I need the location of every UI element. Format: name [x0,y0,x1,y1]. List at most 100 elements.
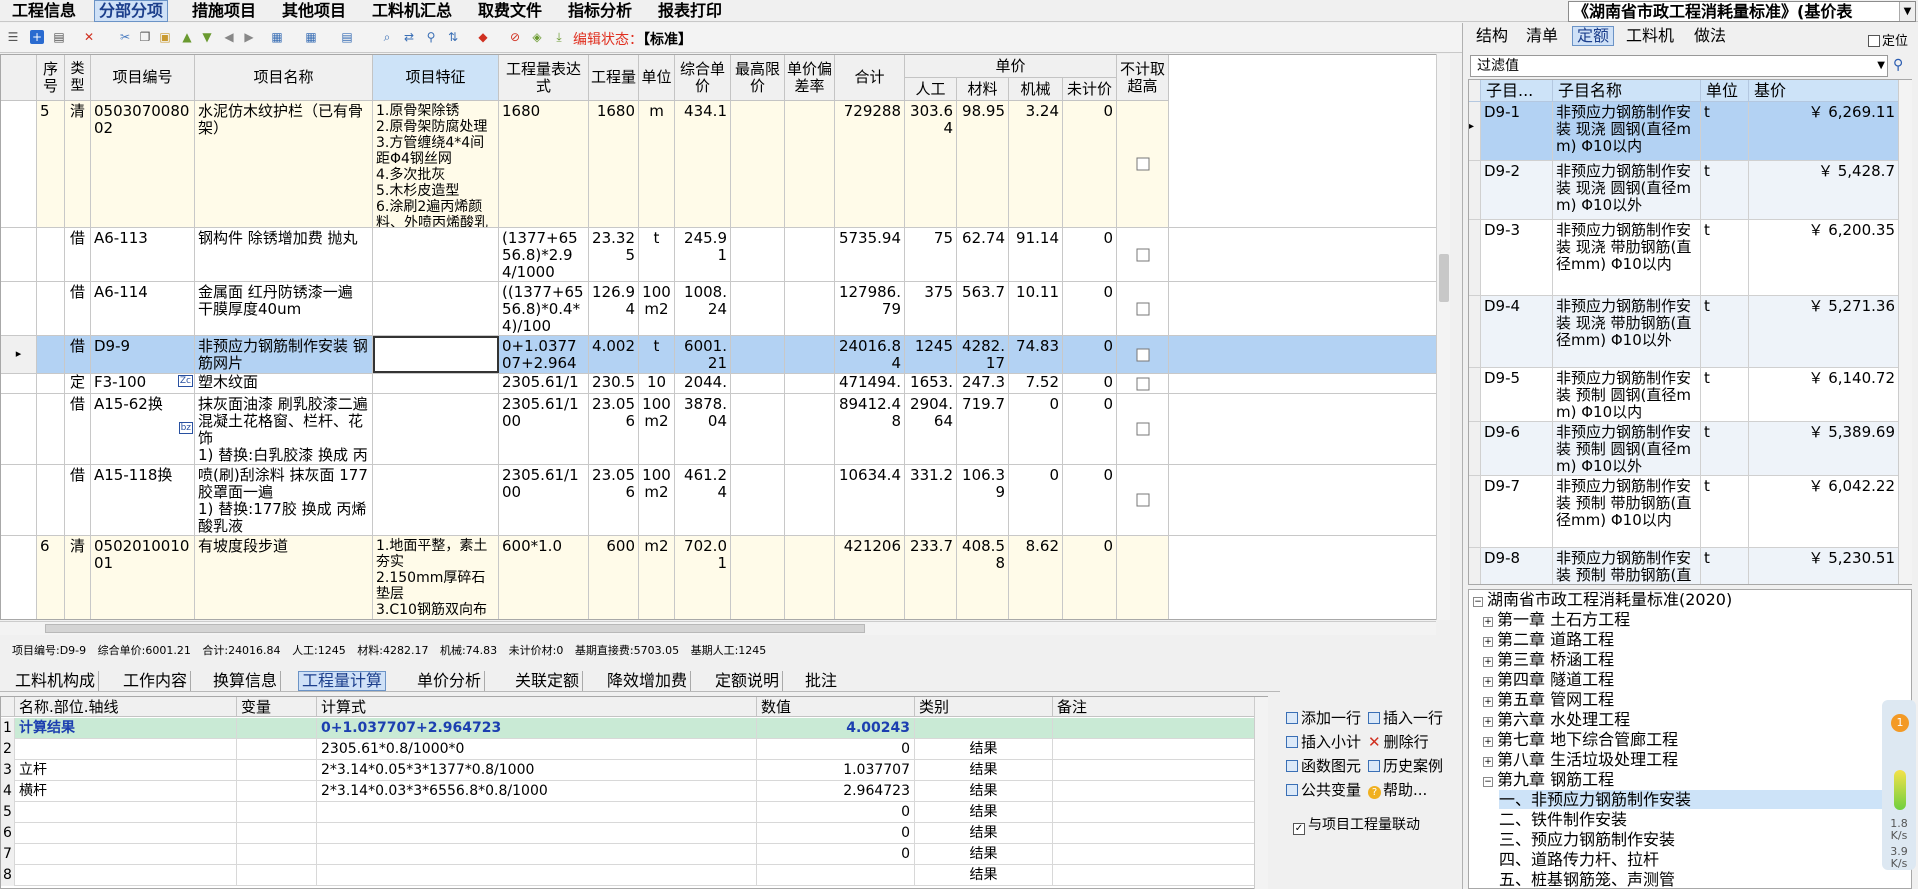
calc-cell-name[interactable]: 立杆 [15,760,237,781]
cell-expr[interactable]: ((1377+6556.8)*0.4*4)/100 [499,282,589,335]
cell-code[interactable]: 050201001001 [91,536,195,619]
tab-work-content[interactable]: 工作内容 [120,671,192,691]
calc-cell-formula[interactable]: 0+1.037707+2.964723 [317,718,757,739]
tab-indicator-analysis[interactable]: 指标分析 [564,0,636,22]
expand-icon[interactable]: + [1483,737,1493,747]
tree-node-chapter[interactable]: + 第六章 水处理工程 [1483,710,1630,729]
cell-expr[interactable]: (1377+6556.8)*2.94/1000 [499,228,589,281]
cell-expr[interactable]: 0+1.037707+2.964723 [499,336,589,373]
calc-cell-category[interactable]: 结果 [915,823,1053,844]
quota-cell-code[interactable]: D9-8 [1481,548,1553,584]
insert-subtotal-button[interactable]: 插入小计 [1286,732,1361,752]
calc-cell-category[interactable]: 结果 [915,781,1053,802]
rtab-quota[interactable]: 定额 [1572,26,1615,46]
tree-node-chapter[interactable]: − 第九章 钢筋工程 [1483,770,1614,789]
no-cap-checkbox[interactable] [1136,248,1149,261]
main-material-icon[interactable]: Zc [177,375,193,387]
calc-row[interactable]: 4 横杆 2*3.14*0.03*3*6556.8*0.8/1000 2.964… [1,781,1255,802]
calc-cell-remark[interactable] [1053,718,1255,739]
cell-code[interactable]: F3-100 Zc [91,374,195,393]
checkbox-checked-icon[interactable]: ✓ [1293,823,1305,835]
header-name[interactable]: 项目名称 [195,55,373,101]
table-row[interactable]: 5 清 050307008002 水泥仿木纹护栏（已有骨架） 1.原骨架除锈 2… [1,101,1438,228]
rtab-bill[interactable]: 清单 [1522,26,1562,46]
quota-cell-name[interactable]: 非预应力钢筋制作安装 现浇 带肋钢筋(直径mm) Φ10以外 [1553,296,1701,367]
cell-name[interactable]: 金属面 红丹防锈漆一遍 干膜厚度40um [195,282,373,335]
cell-feature[interactable]: 1.地面平整，素土夯实 2.150mm厚碎石垫层 3.C10钢筋双向布 [373,536,499,619]
calc-cell-remark[interactable] [1053,865,1255,886]
link-quantity-checkbox[interactable]: ✓ 与项目工程量联动 [1293,814,1420,835]
calc-cell-name[interactable] [15,865,237,886]
header-expr[interactable]: 工程量表达式 [499,55,589,101]
insert-row-button[interactable]: 插入一行 [1368,708,1450,728]
tab-material-composition[interactable]: 工料机构成 [12,671,100,691]
collapse-icon[interactable]: − [1483,777,1493,787]
calc-cell-category[interactable]: 结果 [915,865,1053,886]
main-grid-vscroll[interactable] [1436,54,1450,620]
tab-material-summary[interactable]: 工料机汇总 [368,0,456,22]
calc-cell-remark[interactable] [1053,739,1255,760]
header-qty[interactable]: 工程量 [589,55,639,101]
checkbox-icon[interactable] [1868,35,1880,47]
header-code[interactable]: 项目编号 [91,55,195,101]
tab-unit-price-analysis[interactable]: 单价分析 [414,671,486,691]
grid-icon[interactable]: ▦ [304,30,318,44]
quota-cell-name[interactable]: 非预应力钢筋制作安装 预制 带肋钢筋(直径mm) Φ10以外 [1553,548,1701,584]
no-cap-checkbox[interactable] [1136,493,1149,507]
header-unit[interactable]: 单位 [639,55,675,101]
header-composite-price[interactable]: 综合单价 [675,55,731,101]
quota-row[interactable]: D9-6 非预应力钢筋制作安装 预制 圆钢(直径mm) Φ10以外 t ￥ 5,… [1469,422,1899,476]
quota-cell-code[interactable]: D9-6 [1481,422,1553,475]
calc-cell-var[interactable] [237,844,317,865]
calc-cell-var[interactable] [237,781,317,802]
tab-efficiency-fee[interactable]: 降效增加费 [604,671,692,691]
calc-row[interactable]: 7 0 结果 [1,844,1255,865]
copy-icon[interactable]: ❐ [138,30,152,44]
calc-header-var[interactable]: 变量 [237,697,317,717]
cell-feature[interactable]: 1.原骨架除锈 2.原骨架防腐处理 3.方管缠绕4*4间距Φ4钢丝网 4.多次批… [373,101,499,227]
cell-expr[interactable]: 1680 [499,101,589,227]
cell-feature[interactable] [373,374,499,393]
expand-icon[interactable]: + [1483,697,1493,707]
cell-code[interactable]: A15-62换 bz [91,394,195,464]
calc-header-formula[interactable]: 计算式 [317,697,757,717]
arrow-right-icon[interactable]: ▶ [242,30,256,44]
lock-icon[interactable]: ◈ [530,30,544,44]
calc-row[interactable]: 2 2305.61*0.8/1000*0 0 结果 [1,739,1255,760]
quota-header-code[interactable]: 子目... [1481,80,1553,102]
table-row[interactable]: 借 A15-62换 bz 抹灰面油漆 刷乳胶漆二遍 混凝土花格窗、栏杆、花饰 1)… [1,394,1438,465]
tab-related-quota[interactable]: 关联定额 [512,671,584,691]
cell-name[interactable]: 非预应力钢筋制作安装 钢筋网片 [195,336,373,373]
quota-cell-code[interactable]: D9-4 [1481,296,1553,367]
quota-row[interactable]: D9-7 非预应力钢筋制作安装 预制 带肋钢筋(直径mm) Φ10以内 t ￥ … [1469,476,1899,548]
cell-feature[interactable] [373,282,499,335]
header-seq[interactable]: 序号 [37,55,65,101]
add-icon[interactable]: + [30,30,44,44]
quota-cell-name[interactable]: 非预应力钢筋制作安装 预制 带肋钢筋(直径mm) Φ10以内 [1553,476,1701,547]
quota-row[interactable]: D9-5 非预应力钢筋制作安装 预制 圆钢(直径mm) Φ10以内 t ￥ 6,… [1469,368,1899,422]
quota-cell-code[interactable]: D9-7 [1481,476,1553,547]
cell-name[interactable]: 塑木纹面 [195,374,373,393]
quota-cell-code[interactable]: D9-1 [1481,102,1553,160]
delete-row-button[interactable]: ✕ 删除行 [1368,732,1429,752]
chevron-down-icon[interactable]: ▼ [1899,2,1915,21]
no-cap-checkbox[interactable] [1136,302,1149,315]
arrow-left-icon[interactable]: ◀ [222,30,236,44]
pin-checkbox[interactable]: 定位 [1868,30,1908,49]
quota-header-name[interactable]: 子目名称 [1553,80,1701,102]
calc-row[interactable]: 5 0 结果 [1,802,1255,823]
calc-cell-category[interactable]: 结果 [915,802,1053,823]
calc-row[interactable]: 8 结果 [1,865,1255,886]
public-var-button[interactable]: 公共变量 [1286,780,1361,800]
tab-report-print[interactable]: 报表打印 [654,0,726,22]
layout-icon[interactable]: ▤ [340,30,354,44]
rtab-material[interactable]: 工料机 [1622,26,1678,46]
cell-name[interactable]: 有坡度段步道 [195,536,373,619]
calc-cell-remark[interactable] [1053,823,1255,844]
calc-cell-category[interactable]: 结果 [915,739,1053,760]
move-down-icon[interactable]: ▼ [200,30,214,44]
cell-code[interactable]: 050307008002 [91,101,195,227]
supplement-icon[interactable]: bz [178,422,193,434]
calc-cell-formula[interactable] [317,802,757,823]
no-cap-checkbox[interactable] [1136,157,1149,171]
